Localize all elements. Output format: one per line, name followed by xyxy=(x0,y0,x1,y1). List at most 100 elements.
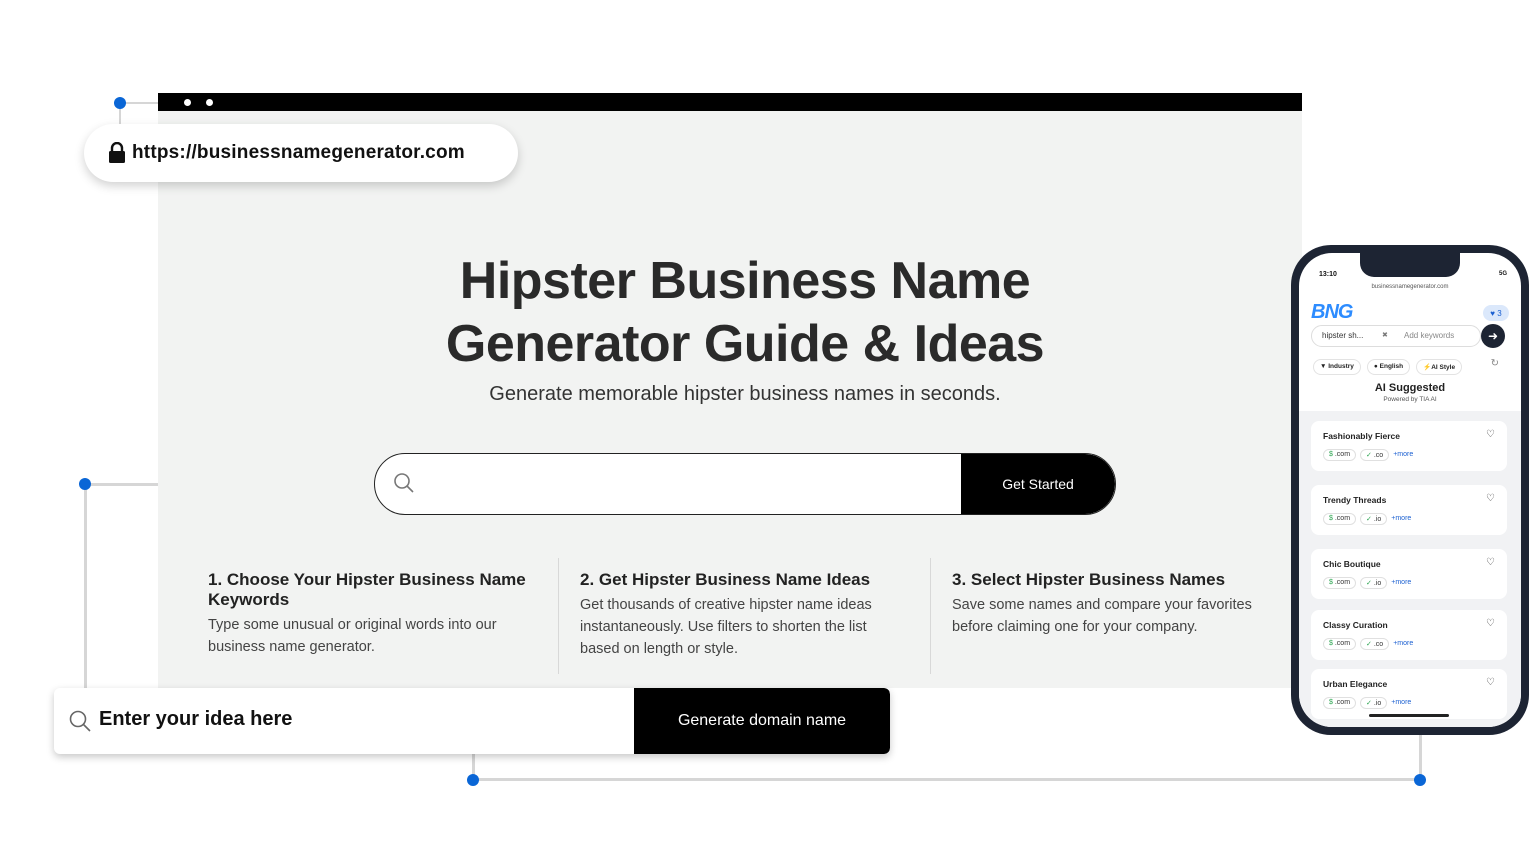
get-started-button[interactable]: Get Started xyxy=(961,454,1115,514)
divider xyxy=(558,558,559,674)
result-card[interactable]: Chic Boutique ♡ $ .com ✓ .io +more xyxy=(1311,549,1507,599)
heart-outline-icon[interactable]: ♡ xyxy=(1486,493,1495,504)
domain-tld: .com xyxy=(1334,640,1351,647)
filter-industry[interactable]: ▼ Industry xyxy=(1313,359,1361,375)
step-title: 1. Choose Your Hipster Business Name Key… xyxy=(208,570,526,609)
heart-outline-icon[interactable]: ♡ xyxy=(1486,429,1495,440)
domain-tld: .com xyxy=(1334,579,1351,586)
filter-label: AI Style xyxy=(1431,364,1456,371)
more-link[interactable]: +more xyxy=(1393,638,1413,650)
step-title: 2. Get Hipster Business Name Ideas xyxy=(580,570,871,589)
idea-search-bar[interactable]: Enter your idea here Generate domain nam… xyxy=(54,688,890,754)
more-link[interactable]: +more xyxy=(1391,577,1411,589)
step-3: 3. Select Hipster Business Names Save so… xyxy=(952,570,1287,638)
window-dot[interactable] xyxy=(184,99,191,106)
result-name: Fashionably Fierce xyxy=(1323,431,1400,441)
connector-line xyxy=(120,102,160,104)
domain-tld: .io xyxy=(1373,516,1382,523)
result-card[interactable]: Fashionably Fierce ♡ $ .com ✓ .co +more xyxy=(1311,421,1507,471)
step-description: Type some unusual or original words into… xyxy=(208,617,497,655)
phone-url[interactable]: businessnamegenerator.com xyxy=(1299,284,1521,290)
phone-search-input[interactable]: hipster sh... ✖ Add keywords xyxy=(1311,325,1481,347)
phone-screen: 13:10 5G businessnamegenerator.com BNG ♥… xyxy=(1299,253,1521,727)
status-time: 13:10 xyxy=(1319,271,1337,278)
domain-tld: .io xyxy=(1373,580,1382,587)
domain-tld: .co xyxy=(1373,641,1384,648)
heart-icon: ♥ xyxy=(1490,308,1498,318)
heart-outline-icon[interactable]: ♡ xyxy=(1486,677,1495,688)
filter-bar: ▼ Industry ● English ⚡AI Style xyxy=(1313,359,1463,375)
phone-notch xyxy=(1360,253,1460,277)
domain-tag[interactable]: $ .com xyxy=(1323,449,1357,461)
hero-search-input[interactable]: Get Started xyxy=(374,453,1116,515)
phone-mockup: 13:10 5G businessnamegenerator.com BNG ♥… xyxy=(1291,245,1529,735)
home-indicator[interactable] xyxy=(1369,714,1449,717)
domain-tag[interactable]: $ .com xyxy=(1323,638,1357,650)
filter-language[interactable]: ● English xyxy=(1366,359,1411,375)
domain-tag[interactable]: $ .com xyxy=(1323,577,1357,589)
domain-tag[interactable]: ✓ .io xyxy=(1360,513,1388,525)
domain-tag[interactable]: ✓ .co xyxy=(1360,638,1390,650)
connector-dot xyxy=(467,774,479,786)
ai-powered-by: Powered by TIA AI xyxy=(1383,396,1437,403)
bng-logo[interactable]: BNG xyxy=(1311,301,1353,324)
favorites-badge[interactable]: ♥ 3 xyxy=(1483,305,1509,321)
connector-dot xyxy=(79,478,91,490)
result-name: Urban Elegance xyxy=(1323,679,1388,689)
domain-tag[interactable]: ✓ .io xyxy=(1360,697,1388,709)
results-list: Fashionably Fierce ♡ $ .com ✓ .co +more … xyxy=(1299,411,1521,727)
domain-tld: .com xyxy=(1334,699,1351,706)
ai-suggested-title: AI Suggested xyxy=(1374,382,1446,394)
domain-tld: .co xyxy=(1373,452,1384,459)
more-link[interactable]: +more xyxy=(1391,513,1411,525)
connector-line xyxy=(1419,733,1422,780)
result-name: Chic Boutique xyxy=(1323,559,1381,569)
address-bar[interactable]: https://businessnamegenerator.com xyxy=(84,124,518,182)
funnel-icon: ▼ xyxy=(1320,363,1329,370)
domain-tld: .io xyxy=(1373,700,1382,707)
url-text: https://businessnamegenerator.com xyxy=(132,142,465,163)
filter-label: English xyxy=(1379,363,1404,370)
connector-dot xyxy=(114,97,126,109)
connector-line xyxy=(84,483,87,691)
result-card[interactable]: Trendy Threads ♡ $ .com ✓ .io +more xyxy=(1311,485,1507,535)
heart-outline-icon[interactable]: ♡ xyxy=(1486,557,1495,568)
page-title: Hipster Business Name Generator Guide & … xyxy=(340,250,1150,376)
heart-outline-icon[interactable]: ♡ xyxy=(1486,618,1495,629)
bolt-icon: ⚡ xyxy=(1423,364,1432,371)
more-link[interactable]: +more xyxy=(1393,449,1413,461)
domain-tag[interactable]: ✓ .co xyxy=(1360,449,1390,461)
page-title-line: Hipster Business Name xyxy=(459,252,1031,310)
filter-ai-style[interactable]: ⚡AI Style xyxy=(1416,359,1463,375)
more-link[interactable]: +more xyxy=(1391,697,1411,709)
connector-line xyxy=(472,778,1422,781)
status-signal: 5G xyxy=(1498,271,1507,277)
domain-tag[interactable]: $ .com xyxy=(1323,513,1357,525)
window-dot[interactable] xyxy=(206,99,213,106)
keyword-chip[interactable]: hipster sh... xyxy=(1322,331,1363,340)
domain-tld: .com xyxy=(1334,451,1351,458)
idea-input-placeholder[interactable]: Enter your idea here xyxy=(99,708,292,731)
result-card[interactable]: Classy Curation ♡ $ .com ✓ .co +more xyxy=(1311,610,1507,660)
step-description: Get thousands of creative hipster name i… xyxy=(580,597,872,657)
refresh-icon[interactable]: ↻ xyxy=(1491,358,1499,369)
lock-icon xyxy=(109,142,125,163)
result-name: Classy Curation xyxy=(1323,620,1388,630)
arrow-right-icon[interactable]: ➜ xyxy=(1481,324,1505,348)
domain-tag[interactable]: ✓ .io xyxy=(1360,577,1388,589)
search-icon xyxy=(69,710,91,732)
favorites-count: 3 xyxy=(1497,308,1502,318)
domain-tld: .com xyxy=(1334,515,1351,522)
page-title-line: Generator Guide & Ideas xyxy=(445,315,1045,373)
filter-label: Industry xyxy=(1328,363,1354,370)
step-1: 1. Choose Your Hipster Business Name Key… xyxy=(208,570,538,658)
step-title: 3. Select Hipster Business Names xyxy=(952,570,1226,589)
keyword-placeholder[interactable]: Add keywords xyxy=(1404,331,1454,340)
domain-tag[interactable]: $ .com xyxy=(1323,697,1357,709)
divider xyxy=(930,558,931,674)
step-description: Save some names and compare your favorit… xyxy=(952,597,1252,635)
generate-domain-button[interactable]: Generate domain name xyxy=(634,688,890,754)
connector-dot xyxy=(1414,774,1426,786)
close-icon[interactable]: ✖ xyxy=(1382,331,1388,339)
result-card[interactable]: Urban Elegance ♡ $ .com ✓ .io +more xyxy=(1311,669,1507,719)
